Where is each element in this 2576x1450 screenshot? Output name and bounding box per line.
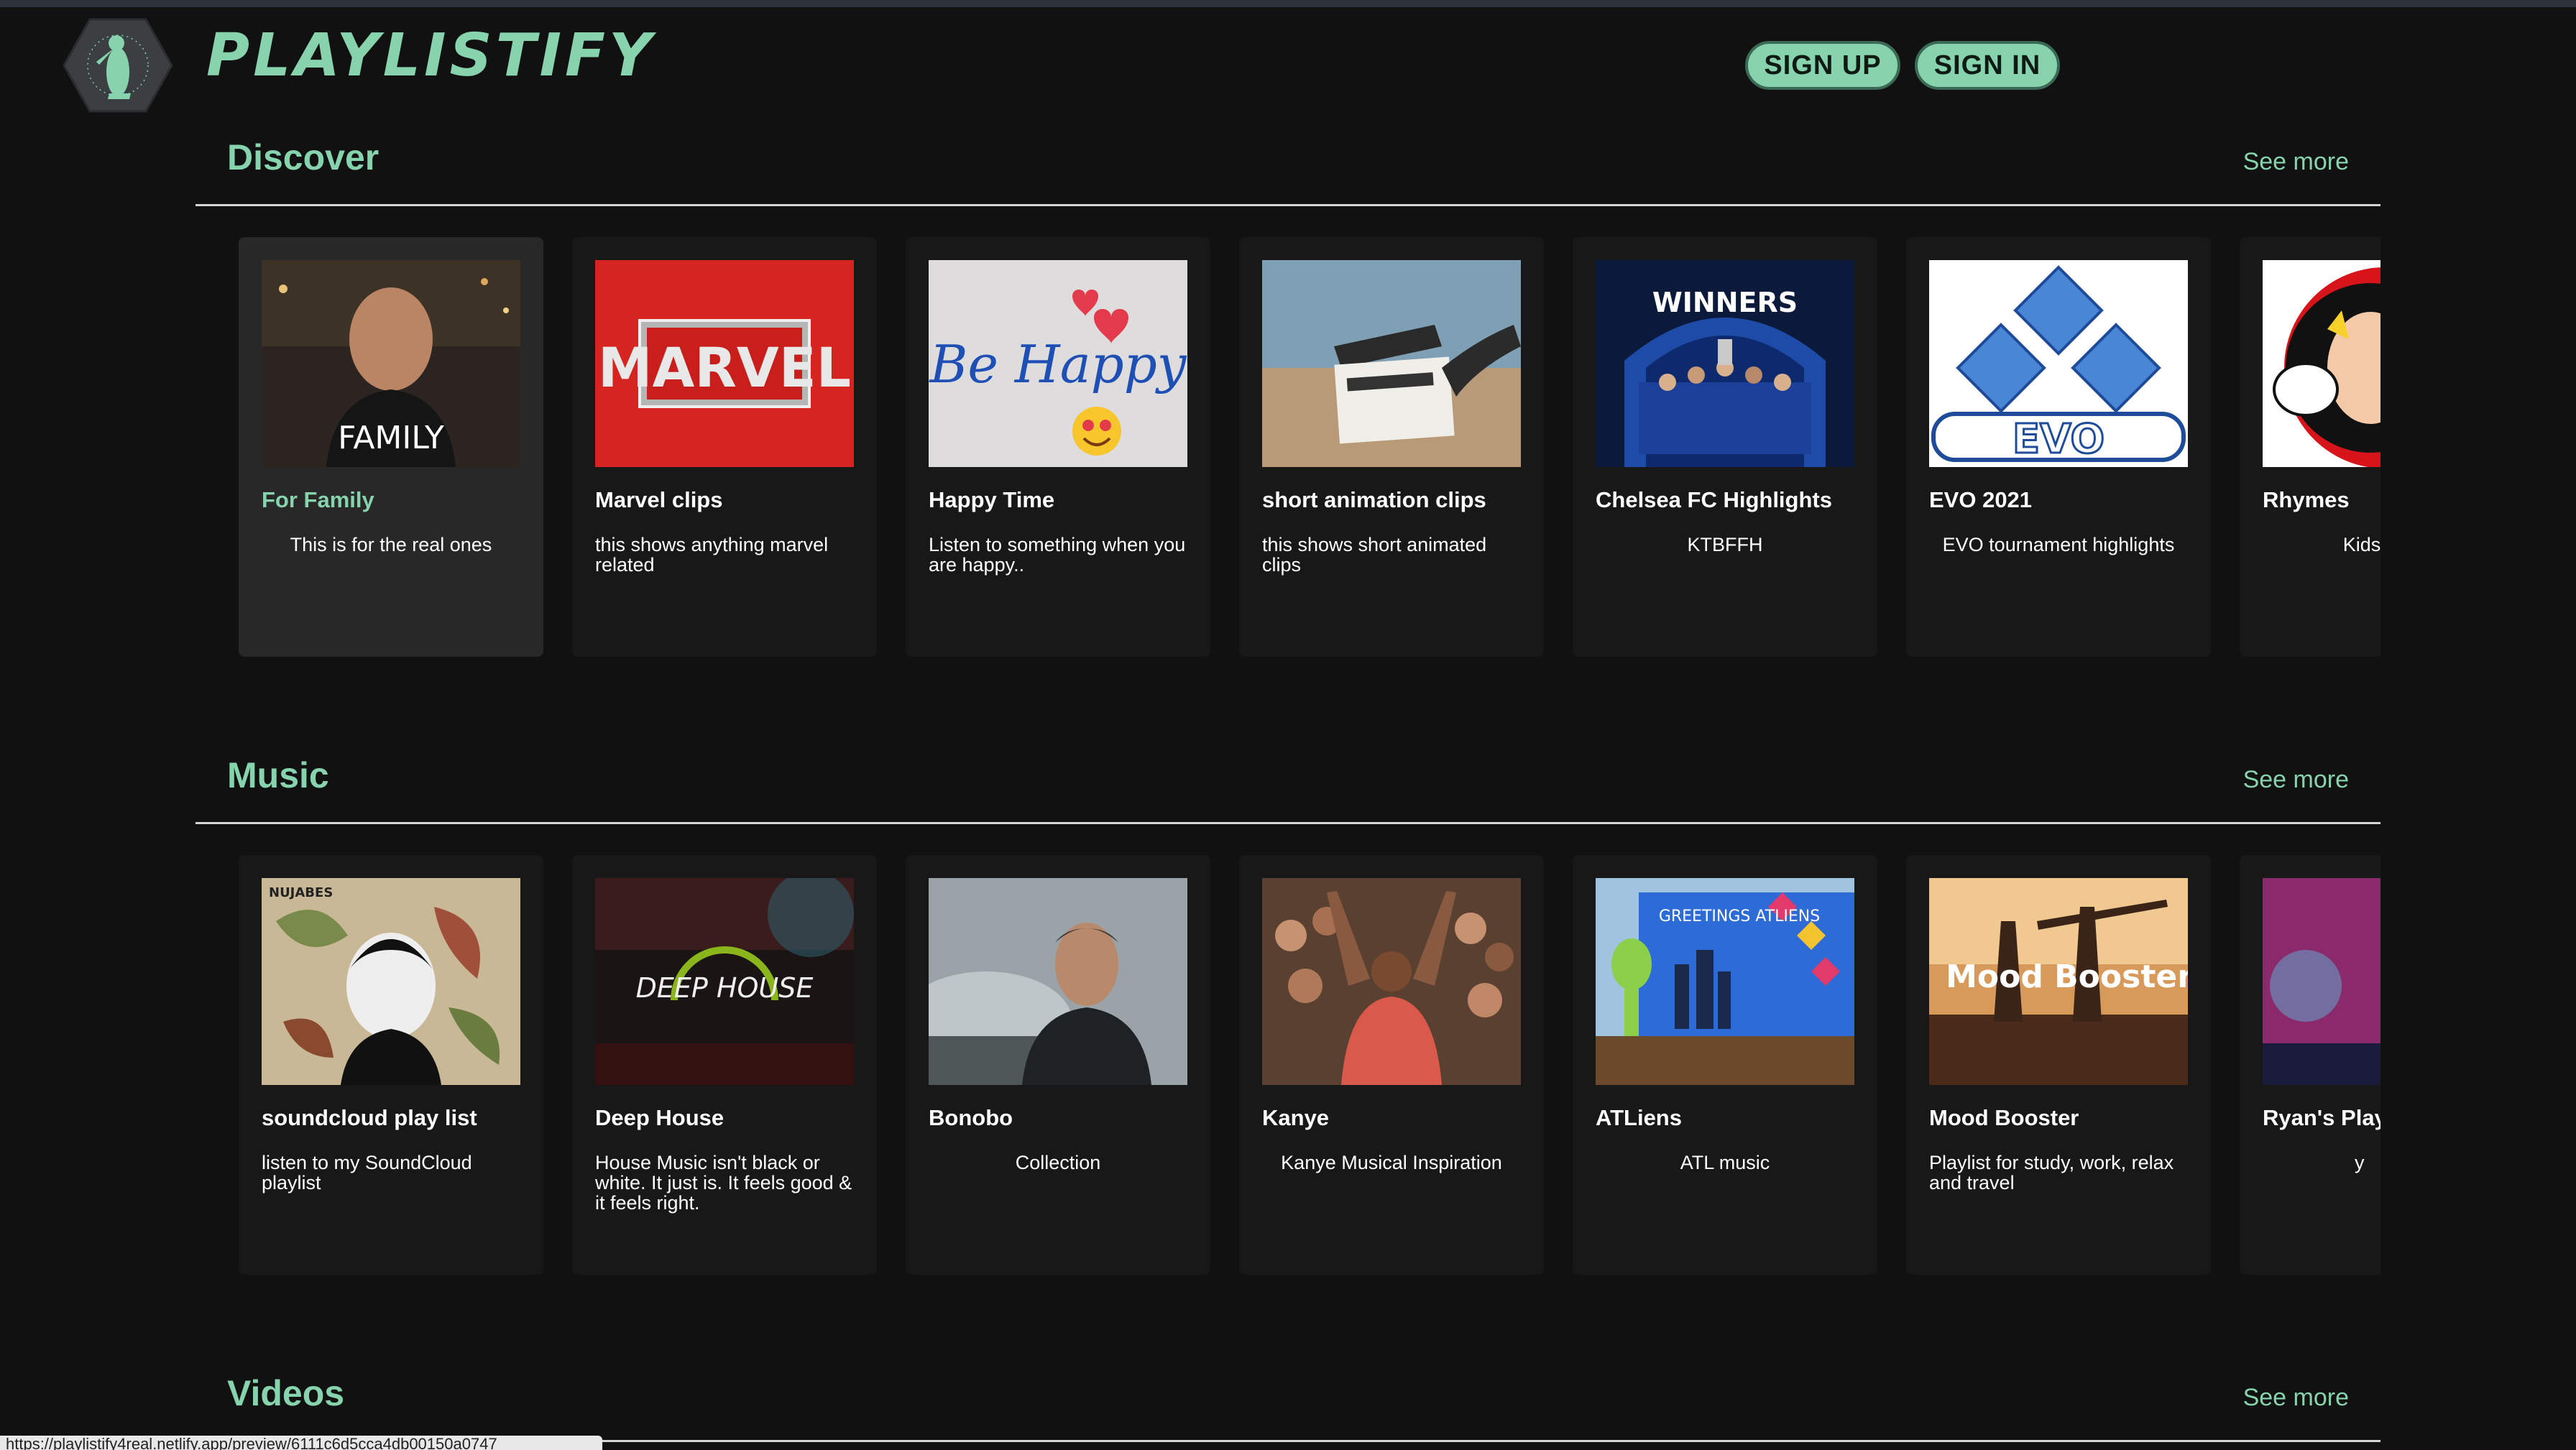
playlist-description: ATL music xyxy=(1680,1152,1770,1173)
playlist-card-chelsea-fc-highlights[interactable]: WINNERS Chelsea FC Highlights KTBFFH xyxy=(1573,237,1877,657)
playlist-title: Kanye xyxy=(1262,1105,1330,1130)
playlist-card-happy-time[interactable]: Be Happy Happy Time Listen to something … xyxy=(906,237,1210,657)
playlist-title: For Family xyxy=(262,487,374,512)
playlist-thumbnail: Mood Booster xyxy=(1929,878,2188,1085)
brand-name[interactable]: PLAYLISTIFY xyxy=(206,22,655,90)
see-more-link[interactable]: See more xyxy=(2243,766,2349,794)
playlist-title: Happy Time xyxy=(929,487,1055,512)
playlist-description: listen to my SoundCloud playlist xyxy=(262,1152,472,1193)
playlist-card-ryans-playlist[interactable]: Ryan's Playl y xyxy=(2240,855,2380,1275)
playlist-description: House Music isn't black or white. It jus… xyxy=(595,1152,852,1214)
playlist-title: short animation clips xyxy=(1262,487,1486,512)
playlist-description: Listen to something when you are happy.. xyxy=(929,534,1186,576)
svg-text:DEEP HOUSE: DEEP HOUSE xyxy=(636,972,814,1004)
playlist-thumbnail: NUJABES xyxy=(262,878,520,1085)
playlist-description: Playlist for study, work, relax and trav… xyxy=(1929,1152,2174,1193)
playlist-card-bonobo[interactable]: Bonobo Collection xyxy=(906,855,1210,1275)
playlist-description: KTBFFH xyxy=(1687,534,1763,555)
playlist-thumbnail: DEEP HOUSE xyxy=(595,878,854,1085)
section-discover: Discover See more FAMILY For Family This… xyxy=(196,137,2380,668)
playlist-description: this shows anything marvel related xyxy=(595,534,829,576)
playlist-description: Kids Educa xyxy=(2342,534,2380,555)
playlist-title: Rhymes xyxy=(2263,487,2350,512)
playlist-description: y xyxy=(2355,1152,2365,1173)
playlist-description: EVO tournament highlights xyxy=(1942,534,2175,555)
playlist-title: soundcloud play list xyxy=(262,1105,477,1130)
playlist-card-marvel-clips[interactable]: MARVEL Marvel clips this shows anything … xyxy=(572,237,877,657)
svg-text:WINNERS: WINNERS xyxy=(1652,287,1798,318)
svg-text:Mood Booster: Mood Booster xyxy=(1946,959,2188,995)
playlist-title: EVO 2021 xyxy=(1929,487,2033,512)
playlist-thumbnail: WINNERS xyxy=(1596,260,1854,467)
svg-text:MARVEL: MARVEL xyxy=(598,336,851,400)
penguin-hexagon-logo-icon[interactable] xyxy=(62,17,174,114)
playlist-thumbnail: MARVEL xyxy=(595,260,854,467)
card-row[interactable]: FAMILY For Family This is for the real o… xyxy=(239,237,2380,661)
see-more-link[interactable]: See more xyxy=(2243,1384,2349,1412)
playlist-title: Bonobo xyxy=(929,1105,1013,1130)
playlist-description: Kanye Musical Inspiration xyxy=(1281,1152,1502,1173)
playlist-description: this shows short animated clips xyxy=(1262,534,1487,576)
svg-text:Be Happy: Be Happy xyxy=(929,334,1187,394)
playlist-title: Chelsea FC Highlights xyxy=(1596,487,1832,512)
playlist-card-deep-house[interactable]: DEEP HOUSE Deep House House Music isn't … xyxy=(572,855,877,1275)
see-more-link[interactable]: See more xyxy=(2243,148,2349,176)
browser-top-strip xyxy=(0,0,2576,7)
playlist-title: ATLiens xyxy=(1596,1105,1682,1130)
sign-up-button[interactable]: SIGN UP xyxy=(1745,41,1900,90)
section-music: Music See more NUJABES soundcloud play l… xyxy=(196,754,2380,1286)
playlist-thumbnail: GREETINGS ATLIENS xyxy=(1596,878,1854,1085)
section-title: Music xyxy=(227,755,329,795)
playlist-thumbnail xyxy=(929,878,1187,1085)
playlist-card-for-family[interactable]: FAMILY For Family This is for the real o… xyxy=(239,237,543,657)
playlist-description: This is for the real ones xyxy=(290,534,492,555)
link-preview-status-bar: https://playlistify4real.netlify.app/pre… xyxy=(0,1436,602,1450)
playlist-thumbnail xyxy=(1262,260,1521,467)
section-title: Videos xyxy=(227,1373,345,1413)
playlist-title: Deep House xyxy=(595,1105,724,1130)
playlist-card-rhymes[interactable]: Rhymes Kids Educa xyxy=(2240,237,2380,657)
section-divider xyxy=(196,204,2380,206)
playlist-card-soundcloud-play-list[interactable]: NUJABES soundcloud play list listen to m… xyxy=(239,855,543,1275)
card-row[interactable]: NUJABES soundcloud play list listen to m… xyxy=(239,855,2380,1279)
section-divider xyxy=(196,822,2380,824)
svg-text:FAMILY: FAMILY xyxy=(338,420,444,456)
playlist-card-atliens[interactable]: GREETINGS ATLIENS ATLiens ATL music xyxy=(1573,855,1877,1275)
playlist-card-mood-booster[interactable]: Mood Booster Mood Booster Playlist for s… xyxy=(1906,855,2211,1275)
playlist-thumbnail xyxy=(1262,878,1521,1085)
section-title: Discover xyxy=(227,137,380,177)
playlist-title: Marvel clips xyxy=(595,487,723,512)
playlist-title: Mood Booster xyxy=(1929,1105,2079,1130)
playlist-card-short-animation-clips[interactable]: short animation clips this shows short a… xyxy=(1239,237,1544,657)
svg-text:EVO: EVO xyxy=(2012,416,2104,463)
playlist-description: Collection xyxy=(1015,1152,1101,1173)
playlist-thumbnail: FAMILY xyxy=(262,260,520,467)
playlist-thumbnail xyxy=(2263,260,2380,467)
sign-in-button[interactable]: SIGN IN xyxy=(1915,41,2060,90)
playlist-card-evo-2021[interactable]: EVO EVO 2021 EVO tournament highlights xyxy=(1906,237,2211,657)
playlist-title: Ryan's Playl xyxy=(2263,1105,2380,1130)
playlist-thumbnail: EVO xyxy=(1929,260,2188,467)
playlist-card-kanye[interactable]: Kanye Kanye Musical Inspiration xyxy=(1239,855,1544,1275)
svg-text:NUJABES: NUJABES xyxy=(269,885,333,900)
playlist-thumbnail xyxy=(2263,878,2380,1085)
playlist-thumbnail: Be Happy xyxy=(929,260,1187,467)
svg-text:GREETINGS ATLIENS: GREETINGS ATLIENS xyxy=(1659,908,1820,925)
